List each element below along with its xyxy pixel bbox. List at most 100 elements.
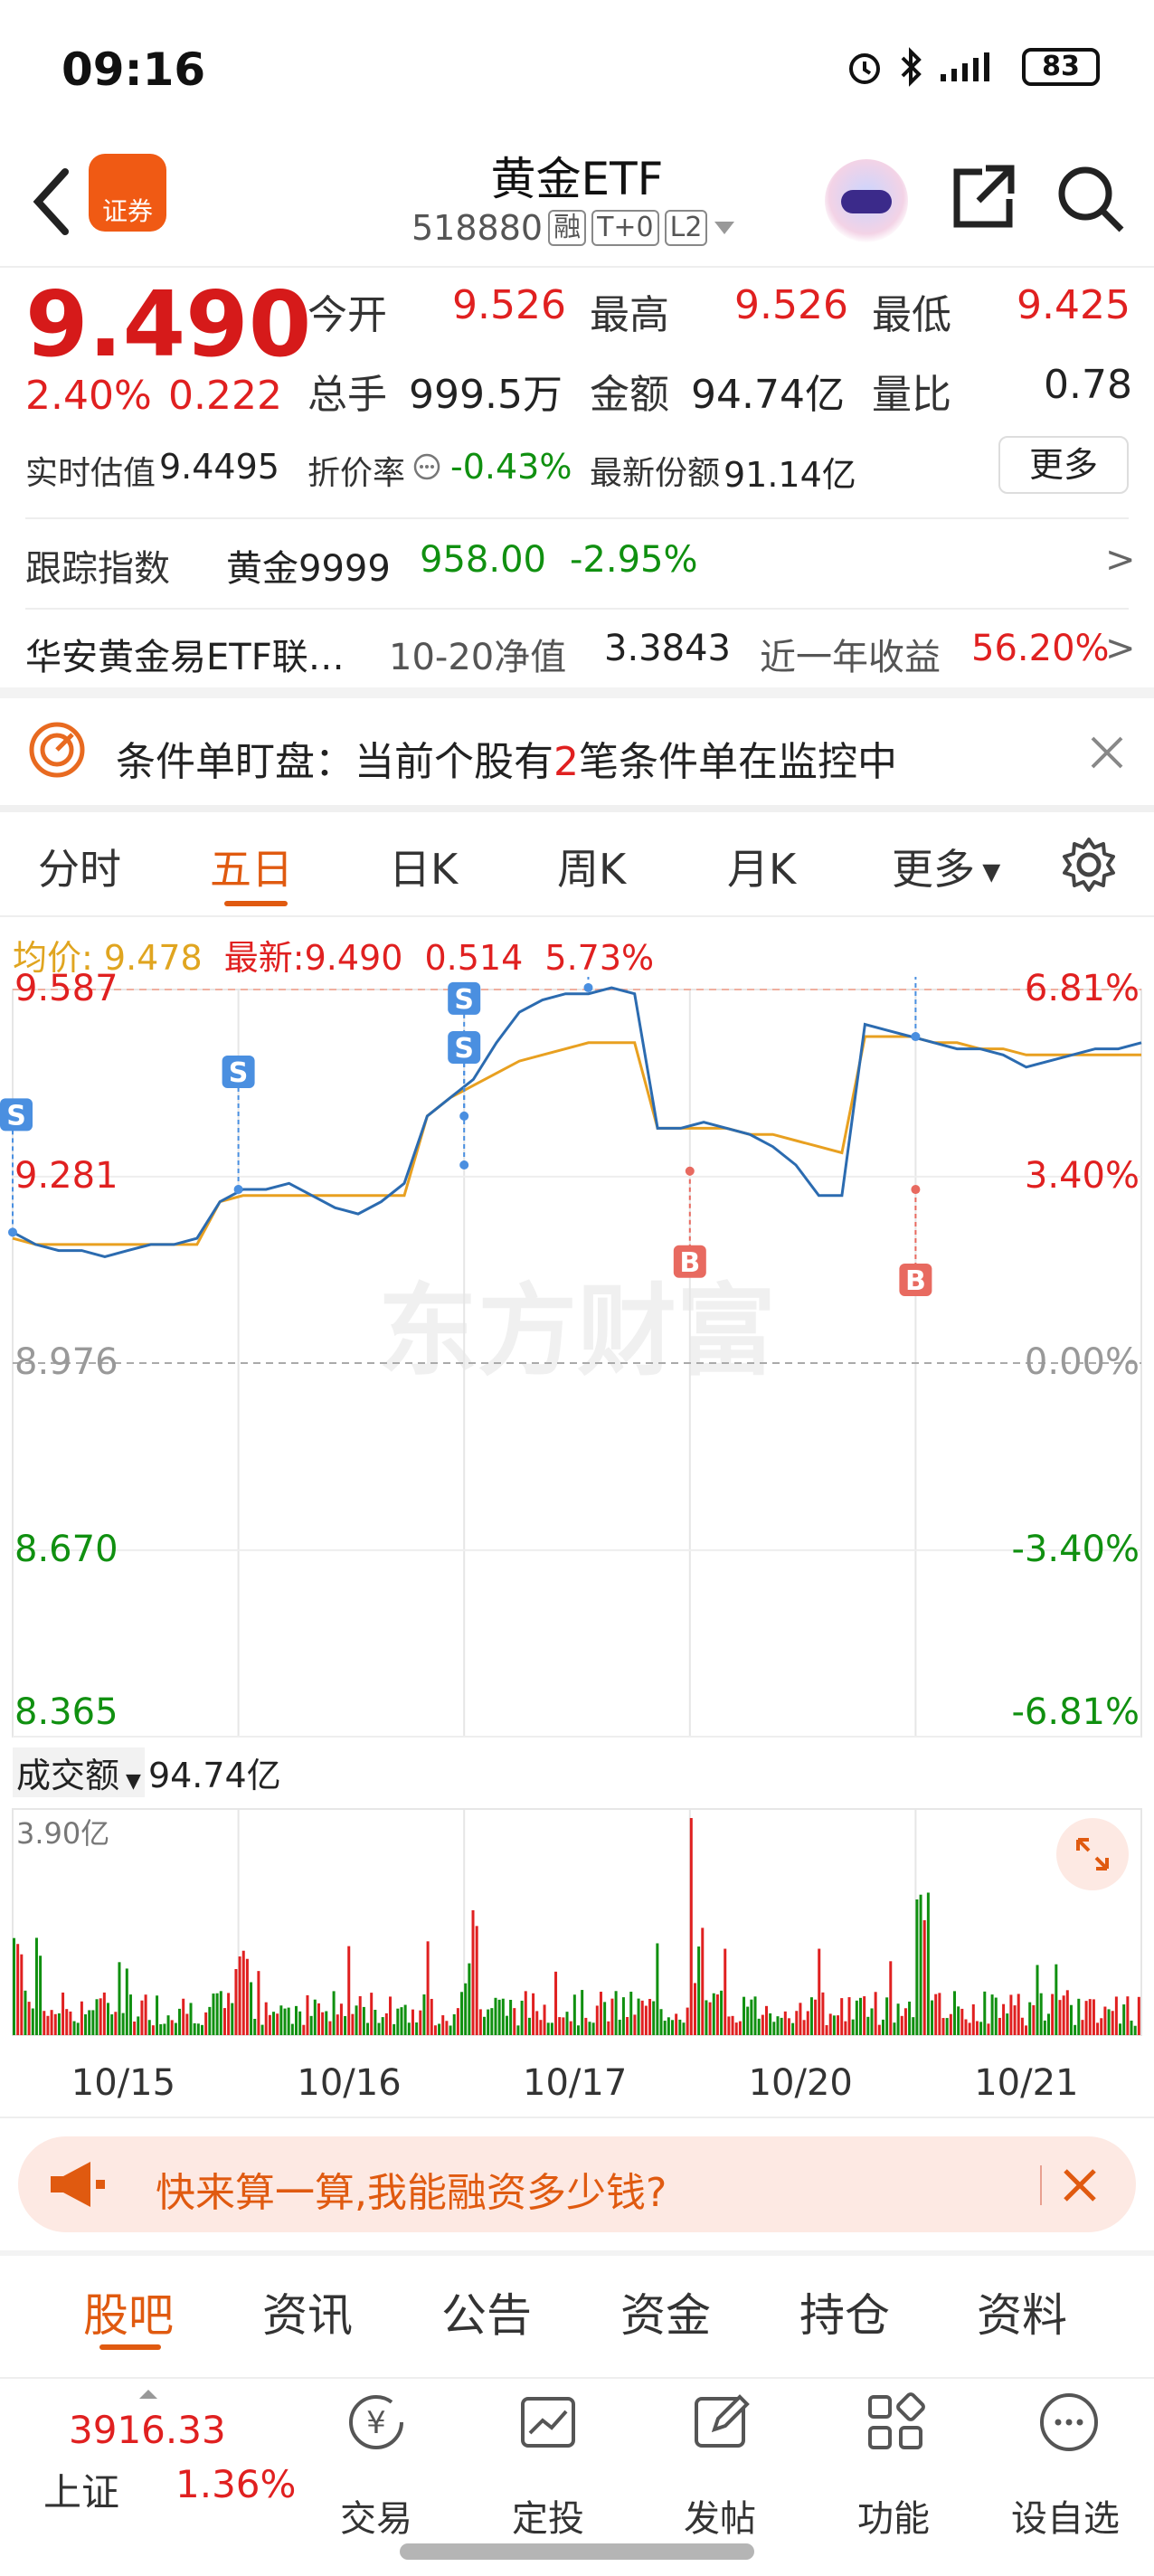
- y-tick-right: -3.40%: [1011, 1528, 1140, 1570]
- add-watchlist-icon[interactable]: [1035, 2388, 1103, 2457]
- volume-bar: [1081, 2020, 1084, 2035]
- volume-bar: [257, 1971, 260, 2035]
- volume-bar: [1077, 1998, 1081, 2035]
- volume-bar: [990, 1994, 994, 2035]
- search-icon[interactable]: [1053, 161, 1129, 237]
- volume-bar: [118, 1962, 121, 2035]
- volume-bar: [185, 2013, 189, 2035]
- volume-bar: [1111, 2011, 1114, 2035]
- linked-fund-name[interactable]: 华安黄金易ETF联…: [25, 628, 345, 680]
- tab-five-day[interactable]: 五日: [210, 837, 293, 896]
- invest-plan-icon[interactable]: [514, 2388, 582, 2457]
- volume-bar: [189, 2003, 193, 2035]
- volume-bar: [370, 1993, 374, 2035]
- volume-bar: [584, 2017, 588, 2035]
- megaphone-icon: [51, 2162, 105, 2207]
- close-icon[interactable]: [1085, 731, 1129, 774]
- dock-post[interactable]: 发帖: [684, 2489, 756, 2542]
- tab-funds[interactable]: 资金: [620, 2279, 711, 2344]
- volume-bar: [283, 2008, 287, 2035]
- volume-bar: [678, 2019, 682, 2035]
- volume-bar: [610, 1998, 614, 2035]
- volume-bar: [1119, 2023, 1122, 2035]
- marker-dot: [8, 1227, 17, 1237]
- tab-profile[interactable]: 资料: [977, 2279, 1067, 2344]
- dock-trade[interactable]: 交易: [340, 2489, 412, 2542]
- promo-close-icon[interactable]: [1058, 2164, 1102, 2207]
- tab-announcement[interactable]: 公告: [441, 2279, 532, 2344]
- volume-bar: [629, 1992, 633, 2035]
- settings-gear-icon[interactable]: [1058, 834, 1120, 895]
- dock-add-watchlist[interactable]: 设自选: [1011, 2489, 1120, 2542]
- volume-bar: [761, 2014, 764, 2035]
- dock-functions[interactable]: 功能: [857, 2489, 930, 2542]
- more-button[interactable]: 更多: [998, 436, 1129, 494]
- volume-bar: [245, 1958, 249, 2035]
- tab-news[interactable]: 资讯: [262, 2279, 353, 2344]
- share-icon[interactable]: [946, 161, 1018, 233]
- y-tick-right: -6.81%: [1011, 1691, 1140, 1733]
- volume-bar: [298, 2011, 302, 2035]
- volume-bar: [88, 2010, 91, 2035]
- assistant-avatar[interactable]: [825, 159, 908, 242]
- tab-daily-k[interactable]: 日K: [389, 837, 458, 896]
- volume-selector[interactable]: 成交额 ▼: [13, 1747, 145, 1797]
- volume-bar: [569, 2021, 572, 2035]
- volume-bar: [877, 2024, 881, 2035]
- volume-bar: [682, 2022, 686, 2035]
- volume-bar: [102, 1992, 106, 2035]
- volume-bar: [1084, 2001, 1088, 2035]
- marker-dot: [459, 1160, 469, 1170]
- volume-bar: [80, 2001, 83, 2035]
- volume-bar: [727, 2016, 731, 2035]
- volume-bar: [494, 1997, 497, 2035]
- volume-bar: [720, 1990, 724, 2035]
- price-chart[interactable]: 东方财富 SSSSSBBS: [0, 977, 1154, 1746]
- x-tick-label: 10/20: [748, 2062, 853, 2104]
- volume-bar: [543, 2004, 546, 2035]
- tab-monthly-k[interactable]: 月K: [727, 837, 796, 896]
- volume-bar: [449, 2025, 452, 2035]
- tab-weekly-k[interactable]: 周K: [557, 837, 626, 896]
- yield-value: 56.20%: [971, 628, 1110, 669]
- tab-more[interactable]: 更多 ▼: [892, 837, 1000, 896]
- volume-bar: [456, 2008, 459, 2035]
- fund-chevron-icon[interactable]: >: [1105, 628, 1136, 669]
- track-chevron-icon[interactable]: >: [1105, 539, 1136, 581]
- volume-bar: [222, 2008, 226, 2035]
- expand-button[interactable]: [1056, 1818, 1129, 1890]
- volume-bar: [400, 2007, 403, 2035]
- volume-bar: [595, 2005, 599, 2035]
- volume-bar: [734, 2022, 738, 2035]
- volume-bar: [644, 2005, 648, 2035]
- volume-bar: [384, 2012, 388, 2035]
- sh-index-value[interactable]: 3916.33: [69, 2408, 226, 2452]
- volume-bar: [1043, 2020, 1046, 2035]
- volume-bar: [174, 2022, 177, 2035]
- track-index-name[interactable]: 黄金9999: [226, 539, 391, 592]
- volume-bar: [780, 2017, 783, 2035]
- volume-bar: [234, 1968, 238, 2035]
- tab-intraday[interactable]: 分时: [38, 837, 121, 896]
- trade-icon[interactable]: ¥: [342, 2388, 411, 2457]
- volume-bar: [497, 1999, 501, 2035]
- volume-bar: [532, 1993, 535, 2035]
- volume-bar: [667, 2017, 670, 2035]
- tab-holdings[interactable]: 持仓: [799, 2279, 890, 2344]
- volume-bar: [276, 2013, 279, 2035]
- volume-bar: [411, 2009, 414, 2035]
- volume-bar: [426, 1941, 430, 2035]
- volume-bar: [844, 2021, 847, 2035]
- dock-invest-plan[interactable]: 定投: [512, 2489, 584, 2542]
- functions-grid-icon[interactable]: [861, 2388, 930, 2457]
- last-price: 9.490: [25, 271, 312, 377]
- post-icon[interactable]: [687, 2388, 756, 2457]
- volume-bar: [863, 1996, 866, 2035]
- volume-bar: [908, 2001, 912, 2035]
- volume-header[interactable]: 成交额 ▼ 94.74亿: [13, 1747, 281, 1797]
- volume-bar: [336, 2014, 339, 2035]
- info-dots-icon[interactable]: [412, 452, 441, 481]
- security-code-row[interactable]: 518880 融 T+0 L2: [411, 208, 736, 248]
- tab-guba[interactable]: 股吧: [83, 2279, 174, 2344]
- volume-bar: [885, 1997, 889, 2035]
